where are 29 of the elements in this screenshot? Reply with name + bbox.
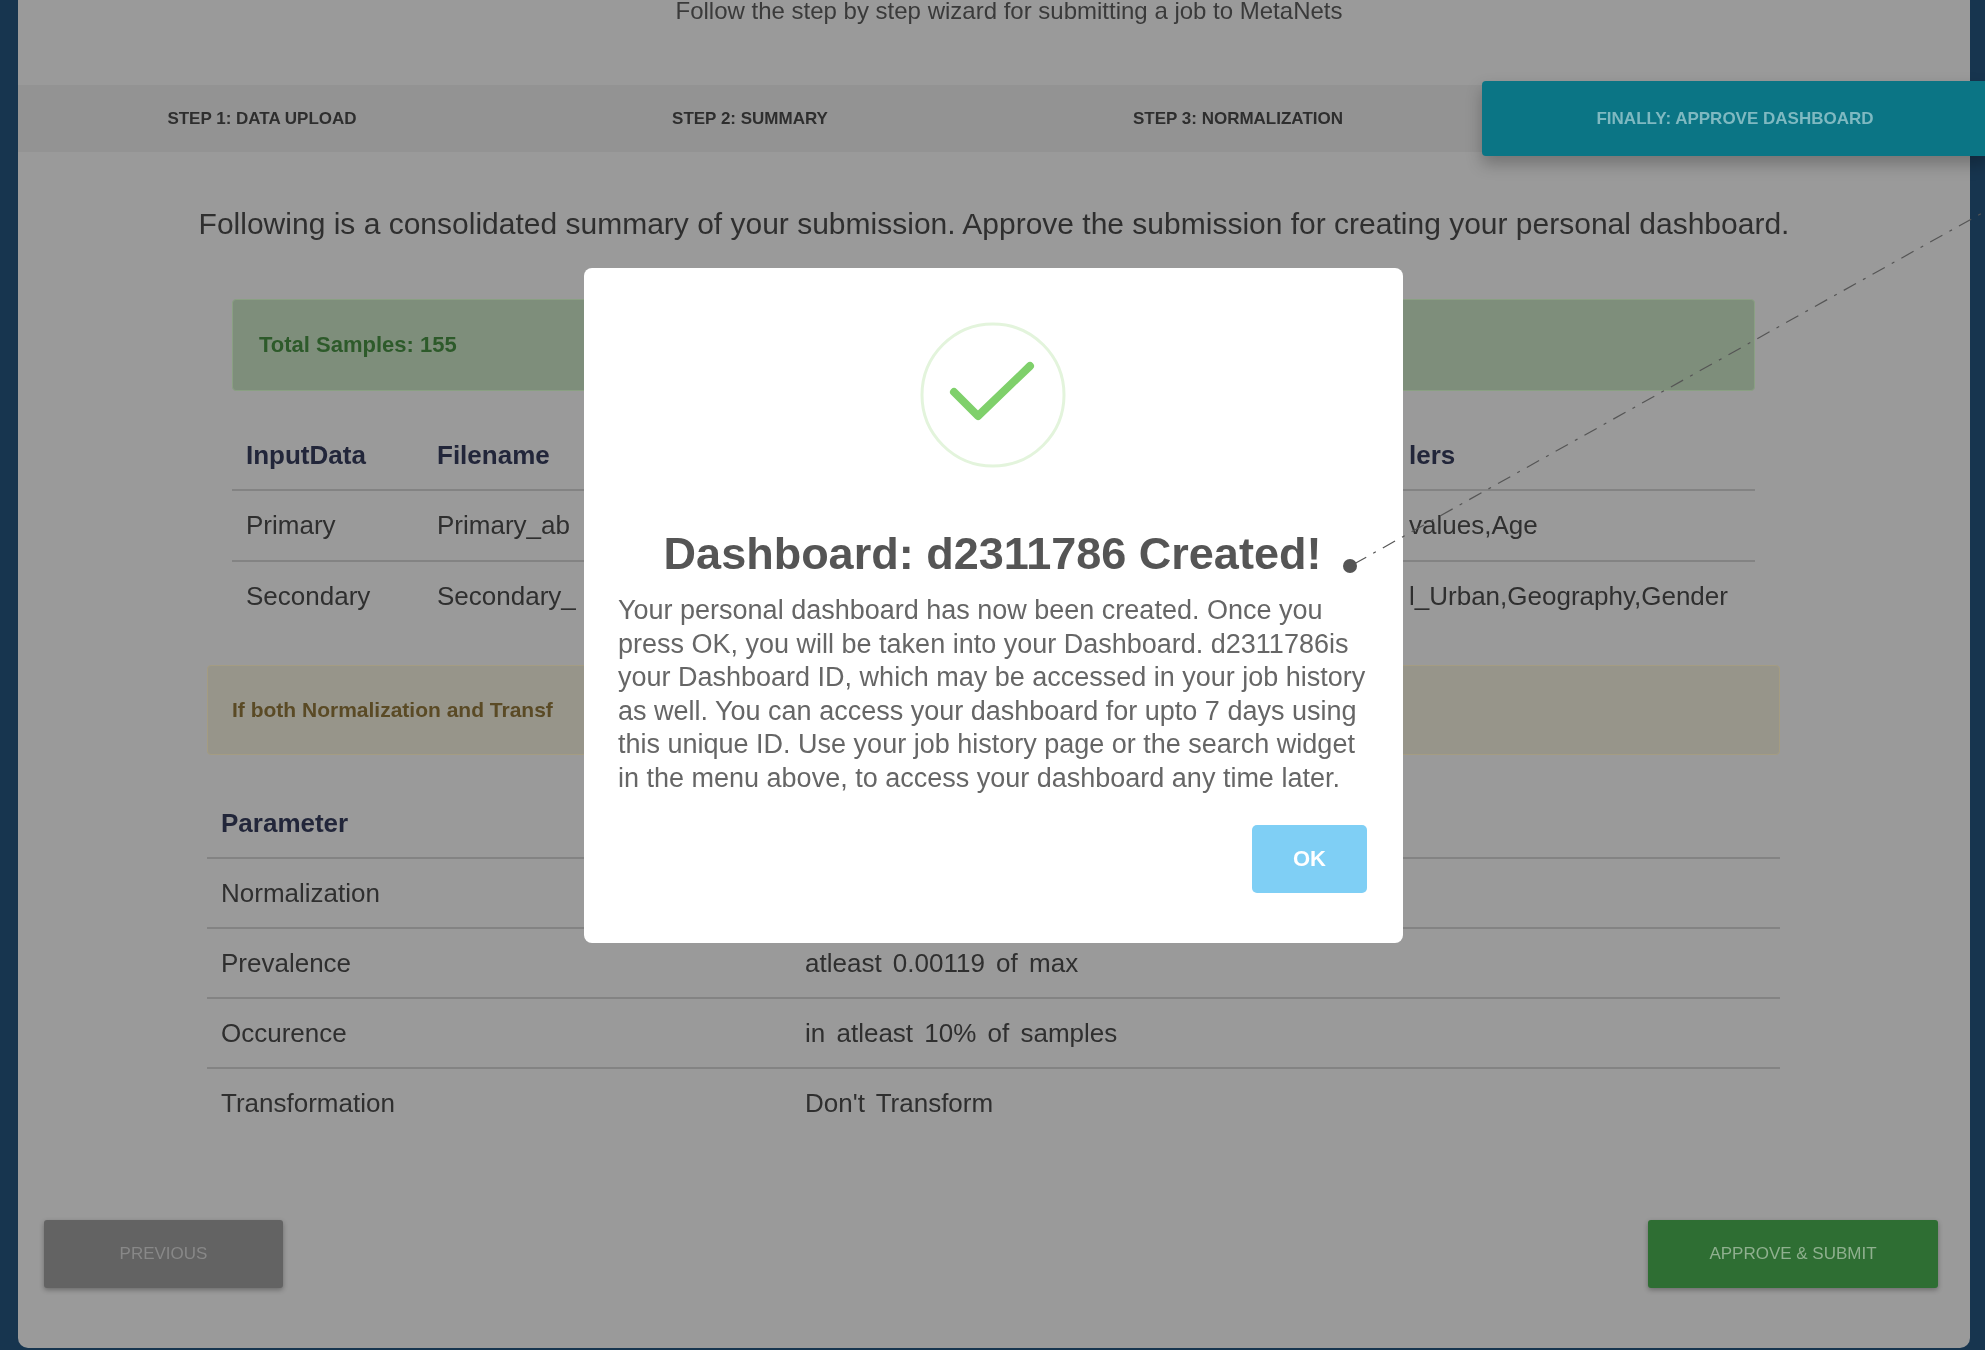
intro-text: Following is a consolidated summary of your submission. Approve the submission for creating your personal dashboard. [197,207,1791,241]
wizard-subtitle: Follow the step by step wizard for submitting a job to MetaNets [674,0,1344,26]
step-tab[interactable]: STEP 1: DATA UPLOAD [18,85,506,152]
table-cell-text: Don't Transform [805,1087,995,1119]
table-cell-text: in atleast 10% of samples [805,1017,1119,1049]
dialog-message: Your personal dashboard has now been created. Once you press OK, you will be taken into your Dashboard. d2311786is your Dashboard ID, which may be accessed in your job history as well. You can access your dashboard for upto 7 days using this unique ID. Use your job history page or the search widget in the menu above, to access your dashboard any time later. [618,594,1367,795]
column-header: InputData [245,439,366,471]
table-cell-text: Secondary [245,581,371,612]
dialog-title: Dashboard: d2311786 Created! [663,528,1322,580]
table-cell-text: Occurence [220,1017,348,1049]
ok-button[interactable]: OK [1252,825,1367,893]
warning-text: If both Normalization and Transf [232,698,553,722]
table-cell-text: atleast 0.00119 of max [805,947,1080,979]
table-cell-text: Primary [245,510,336,541]
step-tab[interactable]: FINALLY: APPROVE DASHBOARD [1482,81,1985,156]
step-tab[interactable]: STEP 2: SUMMARY [506,85,994,152]
step-tab[interactable]: STEP 3: NORMALIZATION [994,85,1482,152]
table-cell: Secondary_ [437,581,576,612]
table-cell-text: Normalization [220,877,381,909]
approve-submit-button[interactable]: APPROVE & SUBMIT [1648,1220,1938,1288]
table-cell-text: Prevalence [220,947,353,979]
column-header: Filename [437,439,550,471]
column-header: Parameter [220,807,350,839]
column-header: lers [1409,439,1456,471]
samples-text: Total Samples: 155 [259,332,457,358]
table-cell: values,Age [1409,510,1538,541]
table-cell-text: Transformation [220,1087,396,1119]
table-cell: l_Urban,Geography,Gender [1409,581,1728,612]
table-cell: Primary_ab [437,510,570,541]
